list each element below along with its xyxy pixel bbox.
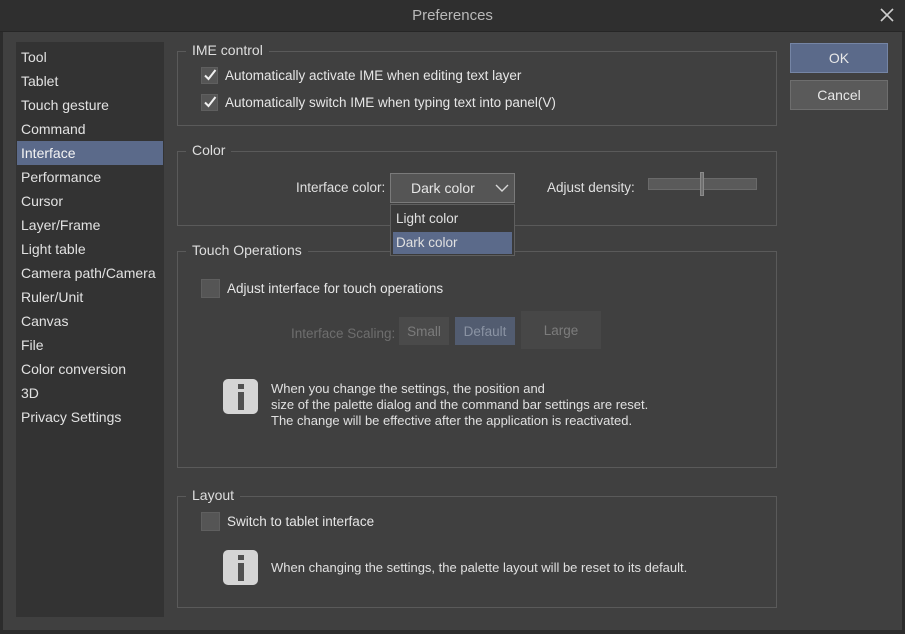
sidebar-item-layer-frame[interactable]: Layer/Frame — [17, 213, 163, 237]
info-icon — [223, 550, 258, 585]
ime-control-group: IME control — [177, 42, 777, 126]
sidebar-item-3d[interactable]: 3D — [17, 381, 163, 405]
sidebar-item-interface[interactable]: Interface — [17, 141, 163, 165]
adjust-touch-option[interactable]: Adjust interface for touch operations — [201, 279, 443, 298]
option-dark-color[interactable]: Dark color — [393, 232, 512, 254]
interface-color-dropdown: Light color Dark color — [390, 204, 515, 256]
preferences-body: Tool Tablet Touch gesture Command Interf… — [3, 32, 902, 630]
layout-info-text: When changing the settings, the palette … — [271, 560, 688, 575]
category-sidebar: Tool Tablet Touch gesture Command Interf… — [16, 42, 164, 617]
scaling-large-button[interactable]: Large — [521, 311, 601, 349]
sidebar-item-file[interactable]: File — [17, 333, 163, 357]
sidebar-item-tool[interactable]: Tool — [17, 45, 163, 69]
scaling-default-button[interactable]: Default — [455, 317, 515, 345]
touch-operations-legend: Touch Operations — [186, 242, 308, 258]
auto-switch-ime-option[interactable]: Automatically switch IME when typing tex… — [201, 94, 556, 111]
cancel-button[interactable]: Cancel — [790, 80, 888, 110]
ok-button[interactable]: OK — [790, 43, 888, 73]
sidebar-item-tablet[interactable]: Tablet — [17, 69, 163, 93]
adjust-touch-label: Adjust interface for touch operations — [227, 281, 444, 296]
sidebar-item-performance[interactable]: Performance — [17, 165, 163, 189]
title-bar: Preferences — [0, 0, 905, 32]
interface-color-label: Interface color: — [296, 180, 386, 195]
touch-info-line-1: When you change the settings, the positi… — [271, 381, 545, 396]
close-icon — [880, 8, 894, 22]
close-button[interactable] — [875, 4, 899, 26]
color-legend: Color — [186, 142, 232, 158]
touch-info-line-3: The change will be effective after the a… — [271, 413, 633, 428]
sidebar-item-camera-path[interactable]: Camera path/Camera — [17, 261, 163, 285]
sidebar-item-ruler-unit[interactable]: Ruler/Unit — [17, 285, 163, 309]
auto-switch-ime-checkbox[interactable] — [201, 94, 218, 111]
sidebar-item-command[interactable]: Command — [17, 117, 163, 141]
interface-color-value: Dark color — [411, 180, 475, 196]
sidebar-item-privacy-settings[interactable]: Privacy Settings — [17, 405, 163, 429]
interface-scaling-label: Interface Scaling: — [291, 326, 396, 341]
density-slider-thumb[interactable] — [700, 172, 704, 196]
checkmark-icon — [204, 69, 217, 81]
touch-info-text: When you change the settings, the positi… — [271, 381, 648, 429]
ime-control-legend: IME control — [186, 42, 269, 58]
chevron-down-icon — [495, 184, 509, 192]
auto-activate-ime-label: Automatically activate IME when editing … — [225, 68, 522, 83]
tablet-interface-label: Switch to tablet interface — [227, 514, 375, 529]
scaling-small-button[interactable]: Small — [399, 317, 449, 345]
auto-switch-ime-label: Automatically switch IME when typing tex… — [225, 95, 556, 110]
interface-color-select[interactable]: Dark color — [390, 173, 515, 203]
window-title: Preferences — [412, 7, 493, 24]
checkmark-icon — [204, 96, 217, 108]
auto-activate-ime-option[interactable]: Automatically activate IME when editing … — [201, 67, 521, 84]
adjust-touch-checkbox[interactable] — [201, 279, 220, 298]
tablet-interface-option[interactable]: Switch to tablet interface — [201, 512, 374, 531]
info-icon — [223, 379, 258, 414]
adjust-density-label: Adjust density: — [547, 180, 635, 195]
sidebar-item-light-table[interactable]: Light table — [17, 237, 163, 261]
tablet-interface-checkbox[interactable] — [201, 512, 220, 531]
sidebar-item-canvas[interactable]: Canvas — [17, 309, 163, 333]
sidebar-item-color-conversion[interactable]: Color conversion — [17, 357, 163, 381]
touch-info-line-2: size of the palette dialog and the comma… — [271, 397, 649, 412]
sidebar-item-cursor[interactable]: Cursor — [17, 189, 163, 213]
sidebar-item-touch-gesture[interactable]: Touch gesture — [17, 93, 163, 117]
auto-activate-ime-checkbox[interactable] — [201, 67, 218, 84]
option-light-color[interactable]: Light color — [393, 208, 512, 230]
layout-legend: Layout — [186, 487, 241, 503]
